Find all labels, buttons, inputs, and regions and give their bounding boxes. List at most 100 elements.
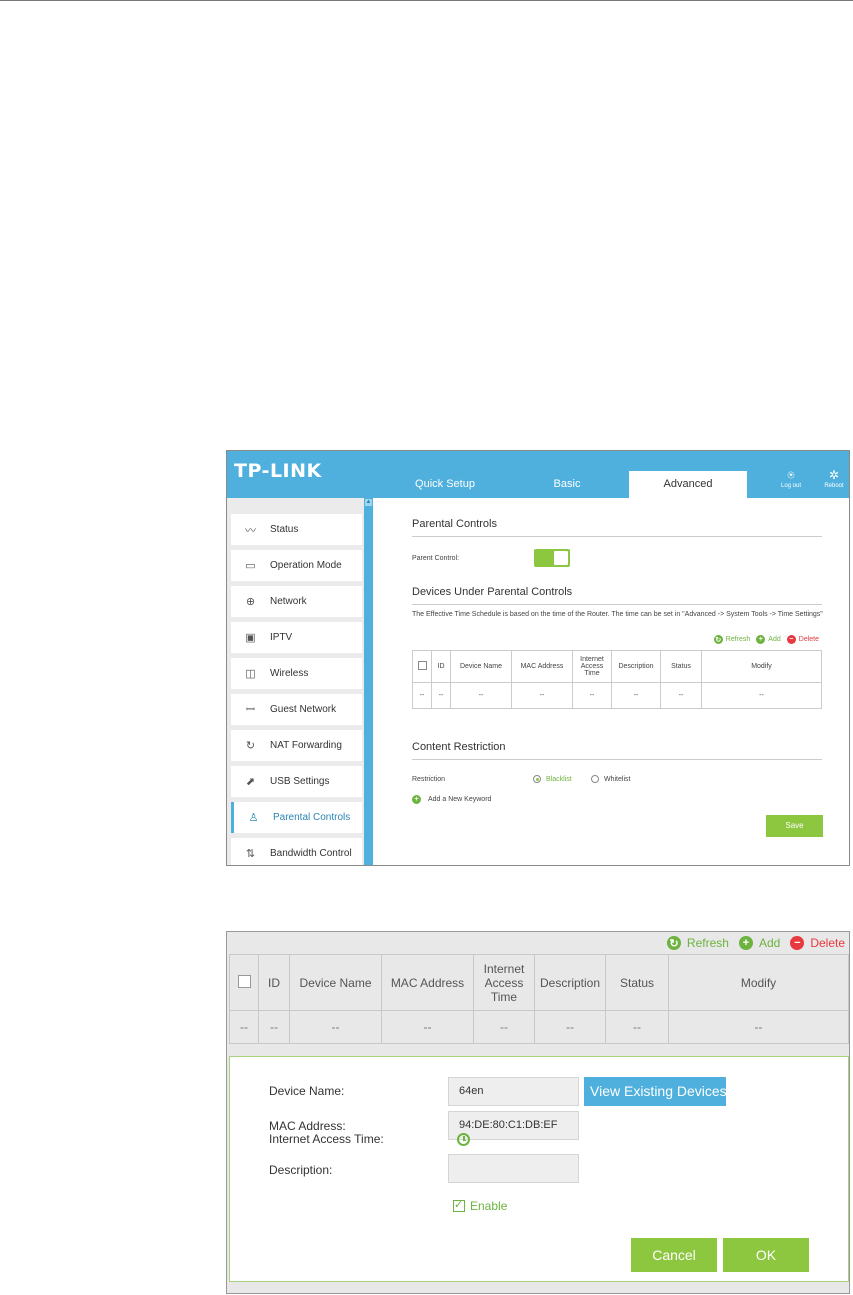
table-header-row: ID Device Name MAC Address Internet Acce… bbox=[412, 650, 822, 683]
sidebar-item-bandwidth-control[interactable]: ⇅ Bandwidth Control bbox=[231, 838, 362, 865]
monitor-icon: ▭ bbox=[245, 560, 256, 572]
refresh-icon: ↻ bbox=[713, 635, 723, 644]
table-cell: -- bbox=[572, 682, 612, 709]
sidebar-item-status[interactable]: 〰 Status bbox=[231, 514, 362, 545]
sidebar-item-label: USB Settings bbox=[270, 776, 330, 787]
globe-icon: ⊕ bbox=[245, 596, 256, 608]
delete-button[interactable]: − Delete bbox=[790, 936, 845, 950]
view-existing-devices-button[interactable]: View Existing Devices bbox=[584, 1077, 726, 1106]
scroll-up-icon[interactable]: ▲ bbox=[365, 499, 372, 506]
logout-icon: ⍟ bbox=[787, 468, 795, 482]
bandwidth-icon: ⇅ bbox=[245, 848, 256, 860]
table-cell: -- bbox=[534, 1010, 606, 1044]
checkbox-checked-icon bbox=[453, 1198, 465, 1212]
whitelist-radio[interactable]: Whitelist bbox=[591, 775, 630, 783]
column-header: Internet Access Time bbox=[473, 954, 535, 1011]
table-cell: -- bbox=[473, 1010, 535, 1044]
column-header: ID bbox=[431, 650, 451, 683]
sidebar-item-guest-network[interactable]: ꟷ Guest Network bbox=[231, 694, 362, 725]
description-label: Description: bbox=[269, 1163, 333, 1177]
select-all-checkbox[interactable] bbox=[237, 974, 251, 988]
column-header: Internet Access Time bbox=[572, 650, 612, 683]
column-header: Description bbox=[611, 650, 661, 683]
sidebar-item-parental-controls[interactable]: ♙ Parental Controls bbox=[231, 802, 362, 833]
clock-icon[interactable] bbox=[457, 1133, 470, 1146]
column-header: MAC Address bbox=[381, 954, 474, 1011]
divider bbox=[412, 536, 822, 537]
save-button[interactable]: Save bbox=[766, 815, 823, 837]
divider bbox=[412, 604, 822, 605]
enable-checkbox[interactable]: Enable bbox=[453, 1198, 507, 1213]
table-cell: -- bbox=[511, 682, 573, 709]
sidebar-item-wireless[interactable]: ◫ Wireless bbox=[231, 658, 362, 689]
ok-button[interactable]: OK bbox=[723, 1238, 809, 1272]
table-actions: ↻ Refresh + Add − Delete bbox=[657, 932, 845, 954]
content-restriction-title: Content Restriction bbox=[412, 741, 506, 753]
parent-control-toggle[interactable] bbox=[534, 549, 570, 567]
table-cell: -- bbox=[412, 682, 432, 709]
column-header: MAC Address bbox=[511, 650, 573, 683]
delete-icon: − bbox=[790, 936, 805, 950]
sidebar-item-label: Status bbox=[270, 524, 299, 535]
add-button[interactable]: + Add bbox=[738, 936, 780, 950]
select-all-cell[interactable] bbox=[412, 650, 432, 683]
tv-icon: ▣ bbox=[245, 632, 256, 644]
select-all-checkbox[interactable] bbox=[417, 661, 427, 670]
sidebar-item-label: Network bbox=[270, 596, 307, 607]
sidebar-item-nat-forwarding[interactable]: ↻ NAT Forwarding bbox=[231, 730, 362, 761]
parent-control-label: Parent Control: bbox=[412, 555, 460, 562]
add-icon: + bbox=[738, 936, 753, 950]
reboot-button[interactable]: ✲ Reboot bbox=[814, 468, 849, 489]
blacklist-radio[interactable]: Blacklist bbox=[533, 775, 572, 783]
tplink-logo: TP-LINK bbox=[234, 460, 322, 482]
status-icon: 〰 bbox=[245, 524, 256, 537]
sidebar-item-operation-mode[interactable]: ▭ Operation Mode bbox=[231, 550, 362, 581]
sidebar: 〰 Status ▭ Operation Mode ⊕ Network ▣ IP… bbox=[227, 498, 364, 865]
tab-basic[interactable]: Basic bbox=[517, 471, 617, 498]
access-time-label: Internet Access Time: bbox=[269, 1132, 384, 1146]
page-top-rule bbox=[0, 0, 853, 1]
sidebar-item-label: IPTV bbox=[270, 632, 293, 643]
logout-button[interactable]: ⍟ Log out bbox=[771, 469, 811, 489]
column-header: Device Name bbox=[289, 954, 382, 1011]
sidebar-item-iptv[interactable]: ▣ IPTV bbox=[231, 622, 362, 653]
time-schedule-note: The Effective Time Schedule is based on … bbox=[412, 611, 823, 618]
table-cell: -- bbox=[611, 682, 661, 709]
column-header: Description bbox=[534, 954, 606, 1011]
radio-selected-icon bbox=[533, 775, 541, 783]
tab-quick-setup[interactable]: Quick Setup bbox=[395, 471, 495, 498]
reboot-icon: ✲ bbox=[828, 468, 840, 482]
table-row: -- -- -- -- -- -- -- -- bbox=[229, 1010, 849, 1044]
tab-advanced[interactable]: Advanced bbox=[629, 471, 747, 498]
sidebar-scrollbar[interactable]: ▲ bbox=[364, 498, 373, 865]
delete-icon: − bbox=[786, 635, 796, 644]
table-cell: -- bbox=[258, 1010, 290, 1044]
table-cell: -- bbox=[289, 1010, 382, 1044]
page-title: Parental Controls bbox=[412, 518, 497, 530]
cancel-button[interactable]: Cancel bbox=[631, 1238, 717, 1272]
add-button[interactable]: + Add bbox=[756, 635, 781, 644]
column-header: Modify bbox=[668, 954, 849, 1011]
sidebar-item-label: Bandwidth Control bbox=[270, 848, 352, 859]
add-keyword-button[interactable]: + Add a New Keyword bbox=[412, 795, 491, 804]
refresh-button[interactable]: ↻ Refresh bbox=[713, 635, 750, 644]
nat-icon: ↻ bbox=[245, 740, 256, 752]
device-name-field[interactable]: 64en bbox=[448, 1077, 579, 1106]
parental-icon: ♙ bbox=[248, 812, 259, 824]
select-all-cell[interactable] bbox=[229, 954, 259, 1011]
description-field[interactable] bbox=[448, 1154, 579, 1183]
column-header: Status bbox=[605, 954, 669, 1011]
delete-button[interactable]: − Delete bbox=[786, 635, 819, 644]
device-name-label: Device Name: bbox=[269, 1084, 345, 1098]
column-header: Status bbox=[660, 650, 702, 683]
sidebar-item-network[interactable]: ⊕ Network bbox=[231, 586, 362, 617]
devices-section-title: Devices Under Parental Controls bbox=[412, 586, 573, 598]
table-cell: -- bbox=[431, 682, 451, 709]
refresh-button[interactable]: ↻ Refresh bbox=[666, 936, 729, 950]
sidebar-item-label: Guest Network bbox=[270, 704, 337, 715]
table-cell: -- bbox=[229, 1010, 259, 1044]
logout-label: Log out bbox=[780, 483, 802, 489]
table-cell: -- bbox=[381, 1010, 474, 1044]
sidebar-item-usb-settings[interactable]: ⬈ USB Settings bbox=[231, 766, 362, 797]
table-cell: -- bbox=[450, 682, 512, 709]
